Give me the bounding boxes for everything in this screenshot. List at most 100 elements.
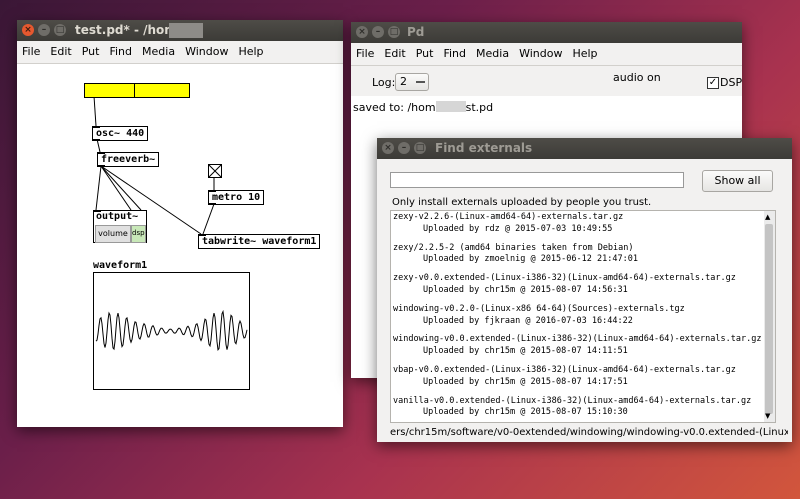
close-icon[interactable]: × bbox=[356, 26, 368, 38]
maximize-icon[interactable]: □ bbox=[54, 24, 66, 36]
result-name: zexy-v2.2.6-(Linux-amd64-64)-externals.t… bbox=[393, 212, 624, 222]
menu-media[interactable]: Media bbox=[471, 43, 514, 65]
find-externals-window: × – □ Find externals Show all Only insta… bbox=[377, 138, 792, 442]
menu-help[interactable]: Help bbox=[567, 43, 602, 65]
results-list[interactable]: zexy-v2.2.6-(Linux-amd64-64)-externals.t… bbox=[390, 210, 776, 423]
menu-media[interactable]: Media bbox=[137, 41, 180, 63]
menu-put[interactable]: Put bbox=[411, 43, 439, 65]
find-titlebar[interactable]: × – □ Find externals bbox=[377, 138, 792, 159]
results-scrollbar[interactable]: ▲ ▼ bbox=[764, 211, 775, 422]
audio-status: audio on bbox=[613, 71, 661, 84]
console-line: saved to: /hom st.pd bbox=[353, 101, 493, 114]
scroll-thumb[interactable] bbox=[765, 224, 773, 414]
menu-file[interactable]: File bbox=[17, 41, 45, 63]
volume-label: volume bbox=[98, 229, 128, 238]
yellow-slider[interactable] bbox=[84, 83, 190, 98]
log-label: Log: bbox=[372, 76, 396, 89]
result-uploaded: Uploaded by zmoelnig @ 2015-06-12 21:47:… bbox=[423, 254, 638, 265]
freeverb-object[interactable]: freeverb~ bbox=[97, 152, 160, 167]
menu-file[interactable]: File bbox=[351, 43, 379, 65]
status-bar: ers/chr15m/software/v0-0extended/windowi… bbox=[390, 427, 788, 438]
result-item[interactable]: zexy-v0.0.extended-(Linux-i386-32)(Linux… bbox=[393, 273, 761, 297]
volume-control[interactable]: volume bbox=[95, 225, 131, 243]
find-title: Find externals bbox=[435, 141, 533, 155]
result-uploaded: Uploaded by chr15m @ 2015-08-07 15:10:30 bbox=[423, 407, 628, 418]
log-level-value: 2 bbox=[400, 75, 407, 88]
result-uploaded: Uploaded by chr15m @ 2015-08-07 14:56:31 bbox=[423, 284, 628, 295]
patch-menubar: File Edit Put Find Media Window Help bbox=[17, 41, 343, 64]
menu-window[interactable]: Window bbox=[514, 43, 567, 65]
output-abstraction[interactable]: output~ volume dsp bbox=[93, 210, 147, 243]
result-item[interactable]: windowing-v0.0.extended-(Linux-i386-32)(… bbox=[393, 334, 761, 358]
maximize-icon[interactable]: □ bbox=[414, 142, 426, 154]
redacted-block bbox=[435, 101, 466, 112]
result-item[interactable]: zexy-v2.2.6-(Linux-amd64-64)-externals.t… bbox=[393, 212, 761, 236]
show-all-label: Show all bbox=[714, 174, 761, 187]
tabwrite-object[interactable]: tabwrite~ waveform1 bbox=[198, 234, 321, 249]
dsp-checkbox-label: DSP bbox=[720, 76, 743, 89]
osc-label: osc~ 440 bbox=[96, 128, 145, 139]
result-uploaded: Uploaded by fjkraan @ 2016-07-03 16:44:2… bbox=[423, 315, 633, 326]
minimize-icon[interactable]: – bbox=[372, 26, 384, 38]
dsp-checkbox[interactable]: ✓ bbox=[707, 77, 719, 89]
patch-canvas[interactable]: osc~ 440 freeverb~ metro 10 output~ volu… bbox=[17, 64, 343, 427]
waveform-array[interactable] bbox=[93, 272, 250, 390]
patch-titlebar[interactable]: × – □ test.pd* - /hom bbox=[17, 20, 343, 41]
close-icon[interactable]: × bbox=[382, 142, 394, 154]
tabwrite-label: tabwrite~ waveform1 bbox=[202, 236, 317, 247]
freeverb-label: freeverb~ bbox=[101, 154, 156, 165]
log-level-select[interactable]: 2 bbox=[395, 73, 429, 91]
dropdown-icon bbox=[416, 81, 425, 83]
pd-menubar: File Edit Put Find Media Window Help bbox=[351, 43, 742, 66]
menu-find[interactable]: Find bbox=[438, 43, 471, 65]
result-uploaded: Uploaded by chr15m @ 2015-08-07 14:17:51 bbox=[423, 376, 628, 387]
pd-title: Pd bbox=[407, 25, 425, 39]
result-name: windowing-v0.2.0-(Linux-x86 64-64)(Sourc… bbox=[393, 303, 685, 314]
result-item[interactable]: vanilla-v0.0.extended-(Linux-i386-32)(Li… bbox=[393, 396, 761, 420]
slider-knob[interactable] bbox=[134, 84, 135, 97]
console-line-end: st.pd bbox=[465, 101, 494, 114]
result-name: zexy/2.2.5-2 (amd64 binaries taken from … bbox=[393, 242, 634, 253]
maximize-icon[interactable]: □ bbox=[388, 26, 400, 38]
osc-object[interactable]: osc~ 440 bbox=[92, 126, 149, 141]
result-name: zexy-v0.0.extended-(Linux-i386-32)(Linux… bbox=[393, 273, 736, 284]
patch-title: test.pd* - /hom bbox=[75, 23, 177, 37]
waveform-graph bbox=[95, 309, 248, 352]
results-container: zexy-v2.2.6-(Linux-amd64-64)-externals.t… bbox=[393, 212, 761, 422]
menu-put[interactable]: Put bbox=[77, 41, 105, 63]
menu-edit[interactable]: Edit bbox=[379, 43, 410, 65]
result-item[interactable]: windowing-v0.2.0-(Linux-x86 64-64)(Sourc… bbox=[393, 304, 761, 328]
minimize-icon[interactable]: – bbox=[398, 142, 410, 154]
search-input[interactable] bbox=[390, 172, 684, 188]
menu-window[interactable]: Window bbox=[180, 41, 233, 63]
redacted-block bbox=[169, 23, 203, 38]
menu-find[interactable]: Find bbox=[104, 41, 137, 63]
array-label: waveform1 bbox=[93, 260, 148, 271]
patch-window: × – □ test.pd* - /hom File Edit Put Find Med… bbox=[17, 20, 343, 427]
menu-edit[interactable]: Edit bbox=[45, 41, 76, 63]
bang-cross-icon bbox=[209, 165, 221, 177]
scroll-up-icon[interactable]: ▲ bbox=[765, 213, 770, 221]
trust-notice: Only install externals uploaded by peopl… bbox=[392, 197, 652, 208]
minimize-icon[interactable]: – bbox=[38, 24, 50, 36]
close-icon[interactable]: × bbox=[22, 24, 34, 36]
result-name: vbap-v0.0.extended-(Linux-i386-32)(Linux… bbox=[393, 364, 736, 375]
result-uploaded: Uploaded by chr15m @ 2015-08-07 14:11:51 bbox=[423, 346, 628, 357]
result-name: windowing-v0.0.extended-(Linux-i386-32)(… bbox=[393, 334, 762, 345]
show-all-button[interactable]: Show all bbox=[702, 170, 773, 192]
bang-object[interactable] bbox=[208, 164, 222, 178]
result-item[interactable]: zexy/2.2.5-2 (amd64 binaries taken from … bbox=[393, 243, 761, 267]
menu-help[interactable]: Help bbox=[233, 41, 268, 63]
dsp-toggle[interactable]: dsp bbox=[131, 225, 146, 243]
scroll-down-icon[interactable]: ▼ bbox=[765, 412, 770, 420]
result-name: vanilla-v0.0.extended-(Linux-i386-32)(Li… bbox=[393, 395, 752, 406]
pd-titlebar[interactable]: × – □ Pd bbox=[351, 22, 742, 43]
output-label: output~ bbox=[96, 211, 139, 222]
dsp-label: dsp bbox=[132, 229, 145, 237]
metro-label: metro 10 bbox=[212, 192, 261, 203]
console-line-text: saved to: /hom bbox=[353, 101, 436, 114]
result-item[interactable]: vbap-v0.0.extended-(Linux-i386-32)(Linux… bbox=[393, 365, 761, 389]
metro-object[interactable]: metro 10 bbox=[208, 190, 265, 205]
pd-toolbar: Log: 2 audio on ✓ DSP bbox=[351, 66, 742, 96]
result-uploaded: Uploaded by rdz @ 2015-07-03 10:49:55 bbox=[423, 223, 613, 234]
